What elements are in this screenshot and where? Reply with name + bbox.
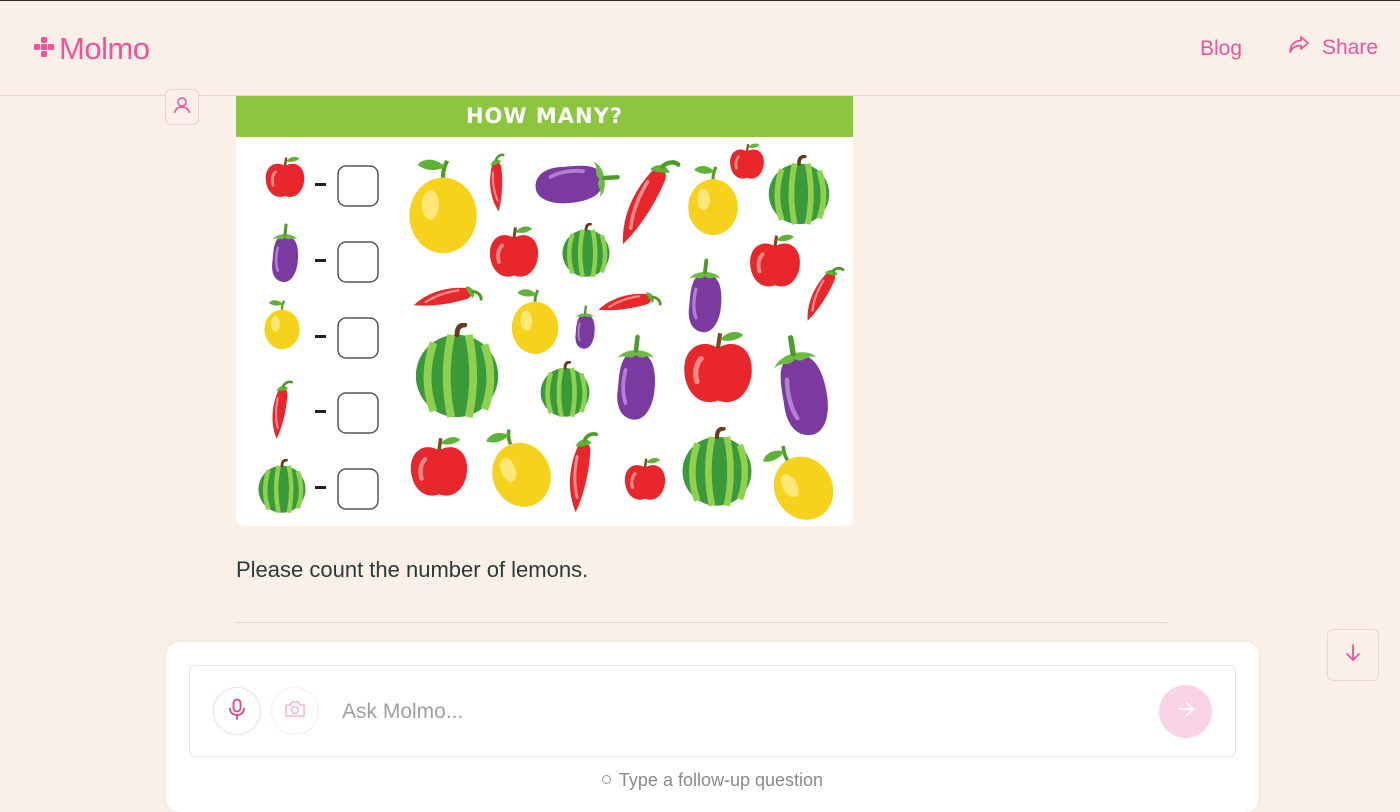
fruit-illustration [236,142,847,526]
composer-input-box [189,665,1236,757]
share-label: Share [1322,36,1379,59]
user-icon [172,95,192,120]
camera-button[interactable] [271,687,319,735]
user-avatar [165,89,199,125]
hint-text: Type a follow-up question [618,770,824,790]
microphone-button[interactable] [213,687,261,735]
top-header: Molmo Blog Share [0,1,1400,96]
composer-panel: Type a follow-up question [166,642,1259,812]
image-banner: HOW MANY? [236,96,853,137]
composer-hint: Type a follow-up question [166,770,1259,791]
message-divider [235,622,1167,623]
nav-blog-link[interactable]: Blog [1200,37,1242,61]
share-button[interactable]: Share [1288,35,1378,61]
legend-column [258,155,379,513]
microphone-icon [227,698,247,725]
molmo-logo-icon [33,36,55,63]
uploaded-image: HOW MANY? [236,96,853,526]
arrow-down-icon [1343,643,1363,668]
molmo-logo[interactable]: Molmo [33,31,150,67]
share-arrow-icon [1288,35,1310,61]
prompt-input[interactable] [340,690,1144,734]
fruit-scene [409,142,847,526]
logo-text: Molmo [59,31,150,66]
arrow-right-icon [1176,699,1196,724]
scroll-to-bottom-button[interactable] [1327,629,1379,681]
camera-icon [284,700,306,723]
send-button[interactable] [1159,685,1212,738]
hint-dot-icon [601,775,611,784]
user-message-text: Please count the number of lemons. [236,557,589,582]
